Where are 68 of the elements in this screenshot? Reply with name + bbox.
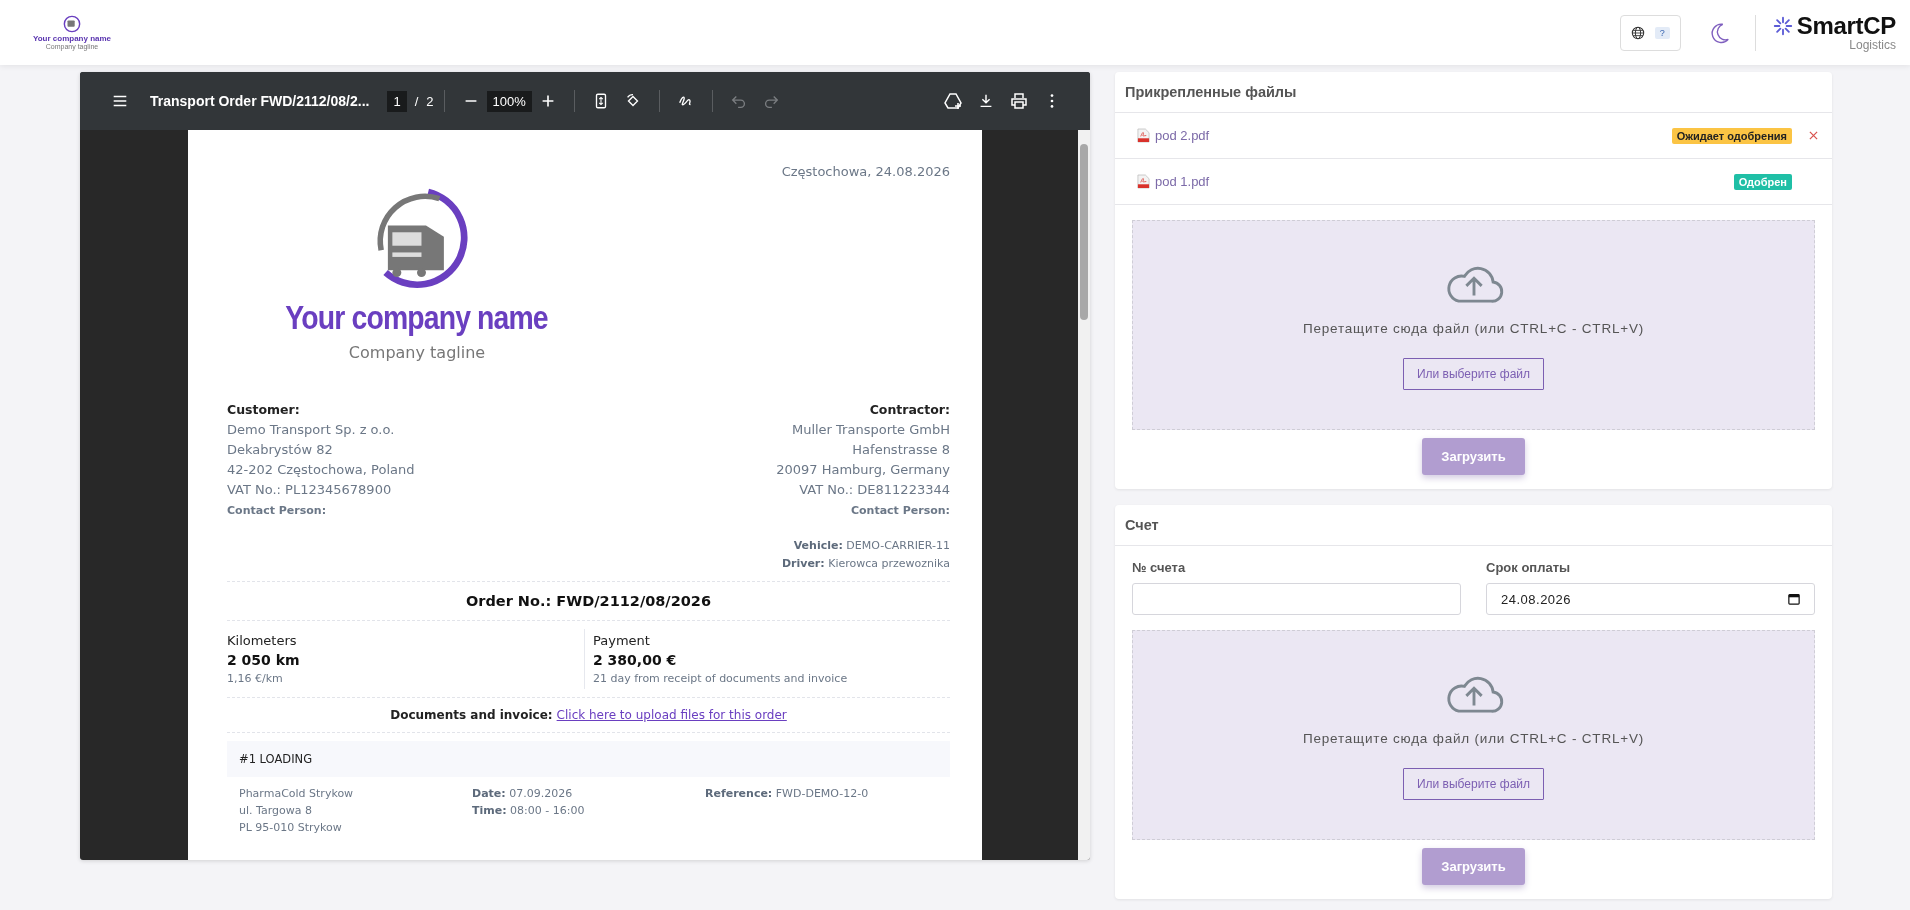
- contact-person-label: Contact Person:: [849, 504, 950, 517]
- card-title: Прикрепленные файлы: [1115, 72, 1832, 113]
- address-line: Muller Transporte GmbH: [790, 421, 950, 439]
- invoice-number-field[interactable]: [1132, 583, 1461, 615]
- summary-value: 2 050 km: [227, 651, 301, 670]
- moon-icon[interactable]: [1708, 20, 1731, 45]
- upload-files-link[interactable]: Click here to upload files for this order: [556, 708, 787, 722]
- status-badge: Ожидает одобрения: [1671, 127, 1792, 144]
- address-line: VAT No.: DE811223344: [798, 481, 950, 499]
- status-badge: Одобрен: [1733, 173, 1792, 190]
- company-name: Your company name: [32, 34, 112, 43]
- address-line: VAT No.: PL12345678900: [227, 481, 393, 499]
- summary-value: 2 380,00 €: [593, 651, 678, 670]
- scrollbar[interactable]: [1078, 130, 1090, 860]
- pdf-file-icon: [1137, 128, 1150, 143]
- company-tagline: Company tagline: [348, 343, 486, 362]
- vehicle-info: Driver: Kierowca przewoznika: [780, 556, 950, 572]
- address-line: ul. Targowa 8: [239, 803, 313, 819]
- stop-detail: Time: 08:00 - 16:00: [472, 803, 586, 819]
- brand-name: SmartCP: [1796, 13, 1896, 39]
- calendar-icon[interactable]: [1788, 593, 1800, 605]
- print-icon[interactable]: [1009, 91, 1029, 111]
- address-line: PL 95-010 Strykow: [239, 820, 343, 836]
- choose-file-button[interactable]: Или выберите файл: [1402, 767, 1545, 800]
- card-title: Счет: [1115, 505, 1832, 546]
- summary-note: 1,16 €/km: [227, 671, 284, 687]
- field-label: Срок оплаты: [1486, 560, 1572, 575]
- zoom-field[interactable]: 100%: [486, 90, 532, 112]
- file-drop-zone[interactable]: Перетащите сюда файл (или CTRL+C - CTRL+V) Или выберите файл: [1132, 220, 1815, 430]
- field-label: № счета: [1132, 560, 1187, 575]
- party-heading: Contractor:: [868, 402, 950, 417]
- file-drop-zone[interactable]: Перетащите сюда файл (или CTRL+C - CTRL+V) Или выберите файл: [1132, 630, 1815, 840]
- pinwheel-logo-icon: [1771, 15, 1794, 37]
- stop-detail: Date: 07.09.2026: [472, 786, 574, 802]
- stop-reference: Reference: FWD-DEMO-12-0: [705, 786, 870, 802]
- document-title: Transport Order FWD/2112/08/2...: [150, 93, 370, 109]
- summary-label: Kilometers: [227, 632, 298, 650]
- page-number-field[interactable]: 1: [387, 90, 407, 112]
- vehicle-info: Vehicle: DEMO-CARRIER-11: [792, 538, 950, 554]
- address-line: Hafenstrasse 8: [851, 441, 950, 459]
- drop-hint: Перетащите сюда файл (или CTRL+C - CTRL+V): [1302, 730, 1645, 746]
- pdf-file-icon: [1137, 174, 1150, 189]
- order-number: Order No.: FWD/2112/08/2026: [464, 592, 713, 611]
- address-line: Demo Transport Sp. z o.o.: [227, 421, 396, 439]
- drop-hint: Перетащите сюда файл (или CTRL+C - CTRL+V): [1302, 320, 1645, 336]
- place-date: Częstochowa, 24.08.2026: [780, 164, 950, 179]
- address-line: Dekabrystów 82: [227, 441, 334, 459]
- summary-note: 21 day from receipt of documents and invoice: [593, 671, 849, 687]
- choose-file-button[interactable]: Или выберите файл: [1402, 357, 1545, 390]
- brand-subtitle: Logistics: [1849, 39, 1896, 52]
- stop-heading: #1 LOADING: [227, 741, 950, 777]
- address-line: 42-202 Częstochowa, Poland: [227, 461, 415, 479]
- summary-label: Payment: [593, 632, 651, 650]
- company-name: Your company name: [285, 299, 549, 337]
- file-link[interactable]: pod 2.pdf: [1155, 128, 1210, 143]
- globe-icon: [1630, 25, 1645, 40]
- truck-logo-icon: [63, 15, 81, 33]
- date-field[interactable]: 24.08.2026: [1486, 583, 1815, 615]
- language-button[interactable]: ?: [1619, 14, 1681, 51]
- documents-label: Documents and invoice:: [390, 708, 553, 722]
- address-line: 20097 Hamburg, Germany: [776, 461, 950, 479]
- page-separator: /: [414, 93, 419, 109]
- file-link[interactable]: pod 1.pdf: [1155, 174, 1210, 189]
- remove-icon[interactable]: [1809, 131, 1818, 140]
- contact-person-label: Contact Person:: [227, 504, 328, 517]
- party-heading: Customer:: [227, 402, 301, 417]
- page-count: 2: [426, 93, 434, 109]
- address-line: PharmaCold Strykow: [239, 786, 355, 802]
